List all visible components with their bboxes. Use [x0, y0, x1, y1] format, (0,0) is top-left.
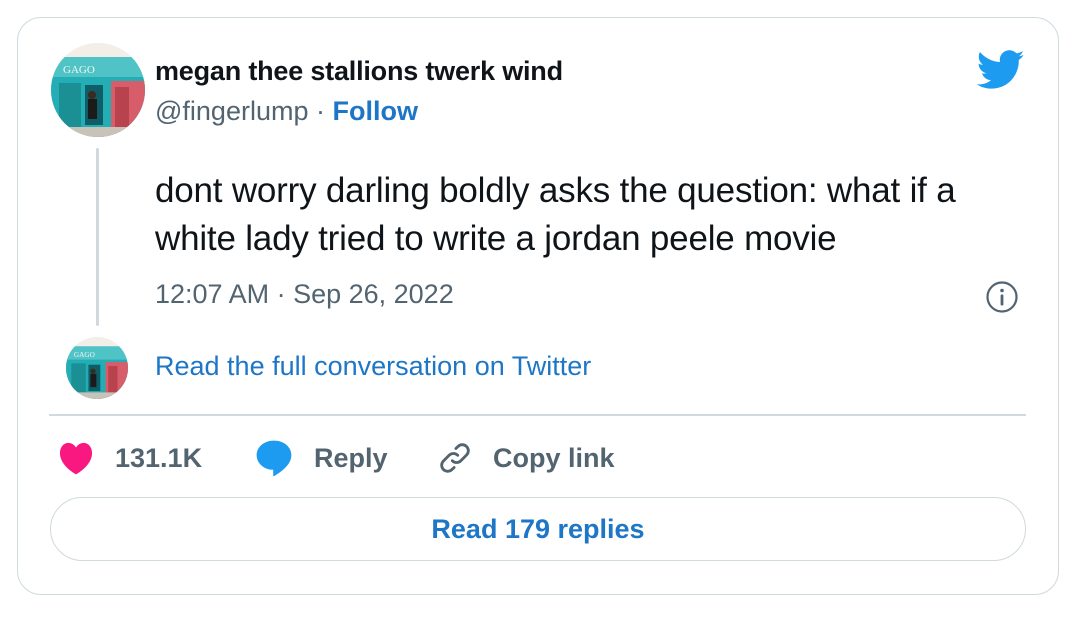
svg-text:GAGO: GAGO: [63, 64, 95, 76]
read-replies-label: Read 179 replies: [431, 513, 645, 544]
copy-link-button[interactable]: Copy link: [437, 438, 615, 478]
svg-text:GAGO: GAGO: [74, 351, 95, 359]
follow-button[interactable]: Follow: [332, 96, 417, 126]
tweet-timestamp[interactable]: 12:07 AM · Sep 26, 2022: [155, 279, 454, 310]
conversation-avatar[interactable]: GAGO: [66, 337, 128, 399]
author-handle[interactable]: @fingerlump: [155, 96, 308, 126]
actions-divider: [49, 414, 1026, 416]
like-button[interactable]: 131.1K: [57, 438, 202, 478]
reply-button[interactable]: Reply: [254, 438, 388, 478]
like-count: 131.1K: [115, 442, 203, 473]
copy-link-label: Copy link: [493, 442, 615, 473]
reply-label: Reply: [314, 442, 388, 473]
info-icon[interactable]: [985, 280, 1019, 314]
thread-connector-line: [96, 148, 99, 326]
avatar-image: GAGO: [51, 43, 145, 137]
avatar-image-small: GAGO: [66, 337, 128, 399]
speech-bubble-icon: [256, 440, 292, 477]
heart-icon: [59, 442, 93, 475]
author-avatar[interactable]: GAGO: [51, 43, 145, 137]
handle-separator: ·: [308, 96, 333, 126]
full-conversation-link[interactable]: Read the full conversation on Twitter: [155, 351, 591, 382]
twitter-bird-icon[interactable]: [977, 50, 1025, 90]
link-icon: [440, 443, 470, 473]
author-handle-row: @fingerlump · Follow: [155, 96, 418, 127]
tweet-text: dont worry darling boldly asks the quest…: [155, 171, 956, 258]
read-replies-button[interactable]: Read 179 replies: [50, 497, 1026, 561]
author-display-name[interactable]: megan thee stallions twerk wind: [155, 56, 563, 87]
